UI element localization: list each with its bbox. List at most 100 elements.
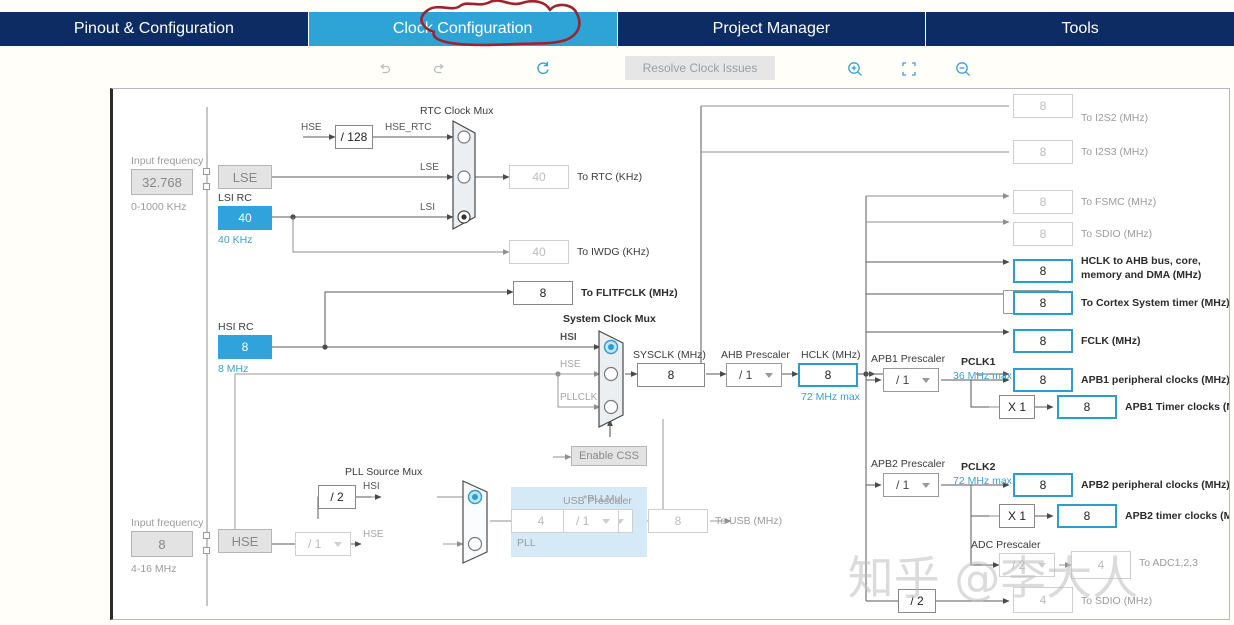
- adc-prescaler-value: / 2: [1012, 558, 1026, 572]
- lsi-value-field[interactable]: 40: [218, 206, 272, 230]
- pll-div-field[interactable]: 4: [511, 509, 571, 533]
- apb2-timer-label: APB2 timer clocks (MHz): [1125, 510, 1229, 522]
- chevron-down-icon: [334, 542, 342, 547]
- rtc-clock-mux[interactable]: [451, 119, 479, 231]
- hse-pin-bottom[interactable]: [203, 547, 210, 554]
- hse-input-frequency-field[interactable]: 8: [131, 531, 193, 557]
- apb1-timer-multiplier-box[interactable]: X 1: [999, 395, 1035, 419]
- apb2-prescaler-select[interactable]: / 1: [883, 473, 939, 497]
- enable-css-button[interactable]: Enable CSS: [571, 446, 647, 466]
- chevron-down-icon: [1038, 563, 1046, 568]
- lsi-title: LSI RC: [218, 192, 252, 204]
- resolve-clock-issues-button[interactable]: Resolve Clock Issues: [625, 56, 775, 80]
- lse-pin-bottom[interactable]: [203, 183, 210, 190]
- to-sdio-top-field[interactable]: 8: [1013, 222, 1073, 246]
- lse-pin-top[interactable]: [203, 168, 210, 175]
- rtc-clock-mux-title: RTC Clock Mux: [420, 105, 494, 117]
- to-iwdg-field[interactable]: 40: [509, 240, 569, 264]
- to-i2s3-field[interactable]: 8: [1013, 140, 1073, 164]
- to-i2s2-field[interactable]: 8: [1013, 94, 1073, 118]
- to-usb-field[interactable]: 8: [648, 509, 708, 533]
- to-flitfclk-field[interactable]: 8: [513, 281, 573, 305]
- apb2-peripheral-field[interactable]: 8: [1013, 473, 1073, 497]
- pclk1-label: PCLK1: [961, 356, 996, 368]
- cortex-systimer-field[interactable]: 8: [1013, 291, 1073, 315]
- lse-input-frequency-label: Input frequency: [131, 155, 204, 167]
- fit-to-screen-icon[interactable]: [894, 54, 924, 84]
- hse-div128-value: / 128: [340, 130, 368, 144]
- refresh-icon[interactable]: [528, 54, 558, 84]
- to-adc-field[interactable]: 4: [1071, 551, 1131, 579]
- ahb-prescaler-value: / 1: [739, 368, 753, 382]
- to-usb-label: To USB (MHz): [715, 515, 783, 527]
- to-fsmc-field[interactable]: 8: [1013, 190, 1073, 214]
- to-iwdg-value: 40: [532, 245, 546, 259]
- lse-oscillator-box[interactable]: LSE: [218, 165, 272, 189]
- cortex-systimer-label: To Cortex System timer (MHz): [1081, 297, 1230, 309]
- to-i2s3-label: To I2S3 (MHz): [1081, 146, 1149, 158]
- pll-hse-divider-select[interactable]: / 1: [295, 532, 351, 556]
- to-fsmc-value: 8: [1039, 195, 1047, 209]
- hclk-ahb-value: 8: [1039, 264, 1047, 278]
- pll-hsi-divider-box[interactable]: / 2: [318, 485, 356, 509]
- apb2-prescaler-label: APB2 Prescaler: [871, 458, 946, 470]
- hse-oscillator-box[interactable]: HSE: [218, 529, 272, 553]
- apb2-peripheral-value: 8: [1039, 478, 1047, 492]
- sdio-divider-box[interactable]: / 2: [898, 589, 936, 613]
- to-sdio-bottom-label: To SDIO (MHz): [1081, 595, 1153, 607]
- fclk-label: FCLK (MHz): [1081, 335, 1141, 347]
- to-adc-label: To ADC1,2,3: [1139, 557, 1198, 569]
- tab-tools[interactable]: Tools: [926, 12, 1234, 46]
- pll-source-mux[interactable]: [461, 479, 491, 565]
- clock-tree-diagram[interactable]: Input frequency 32.768 0-1000 KHz LSE LS…: [110, 88, 1230, 620]
- to-sdio-bottom-field[interactable]: 4: [1013, 587, 1073, 613]
- apb2-timer-field[interactable]: 8: [1057, 504, 1117, 528]
- tab-label: Pinout & Configuration: [73, 20, 234, 37]
- hse-input-frequency-value: 8: [158, 536, 166, 552]
- apb1-timer-label: APB1 Timer clocks (MHz): [1125, 401, 1229, 413]
- fclk-field[interactable]: 8: [1013, 329, 1073, 353]
- ahb-prescaler-label: AHB Prescaler: [721, 349, 790, 361]
- hclk-value: 8: [824, 368, 832, 382]
- tab-pinout-configuration[interactable]: Pinout & Configuration: [0, 12, 309, 46]
- rtc-mux-lse-input-label: LSE: [420, 162, 439, 173]
- hclk-ahb-field[interactable]: 8: [1013, 259, 1073, 283]
- redo-icon[interactable]: [424, 54, 454, 84]
- tab-label: Tools: [1061, 20, 1099, 37]
- main-tab-bar: Pinout & Configuration Clock Configurati…: [0, 12, 1234, 46]
- tab-bar-separator: [0, 46, 1234, 50]
- tab-clock-configuration[interactable]: Clock Configuration: [308, 12, 618, 46]
- lse-input-frequency-field[interactable]: 32.768: [131, 169, 193, 195]
- to-sdio-top-value: 8: [1039, 227, 1047, 241]
- tab-project-manager[interactable]: Project Manager: [617, 12, 927, 46]
- hclk-label: HCLK (MHz): [801, 349, 861, 361]
- hsi-value: 8: [241, 340, 249, 354]
- hse-div128-box[interactable]: / 128: [335, 125, 373, 149]
- apb1-timer-field[interactable]: 8: [1057, 395, 1117, 419]
- zoom-out-icon[interactable]: [948, 54, 978, 84]
- to-fsmc-label: To FSMC (MHz): [1081, 196, 1157, 208]
- cortex-systimer-value: 8: [1039, 296, 1047, 310]
- apb1-peripheral-field[interactable]: 8: [1013, 368, 1073, 392]
- hse-div128-in-label: HSE: [301, 122, 322, 133]
- hclk-field[interactable]: 8: [798, 363, 858, 387]
- apb1-prescaler-select[interactable]: / 1: [883, 368, 939, 392]
- adc-prescaler-select[interactable]: / 2: [999, 553, 1055, 577]
- apb2-timer-multiplier-value: X 1: [1007, 509, 1026, 523]
- apb1-peripheral-label: APB1 peripheral clocks (MHz): [1081, 374, 1230, 386]
- apb1-prescaler-value: / 1: [896, 373, 910, 387]
- undo-icon[interactable]: [370, 54, 400, 84]
- sysmux-hse-label: HSE: [560, 359, 581, 370]
- sysclk-field[interactable]: 8: [637, 363, 705, 387]
- apb2-timer-multiplier-box[interactable]: X 1: [999, 504, 1035, 528]
- to-rtc-field[interactable]: 40: [509, 165, 569, 189]
- hse-pin-top[interactable]: [203, 532, 210, 539]
- sysmux-pllclk-label: PLLCLK: [560, 392, 598, 403]
- system-clock-mux[interactable]: [597, 329, 627, 429]
- apb1-peripheral-value: 8: [1039, 373, 1047, 387]
- hsi-value-field[interactable]: 8: [218, 335, 272, 359]
- usb-prescaler-select[interactable]: / 1: [563, 509, 619, 533]
- zoom-in-icon[interactable]: [840, 54, 870, 84]
- ahb-prescaler-select[interactable]: / 1: [726, 363, 782, 387]
- pll-hse-input-label: HSE: [363, 529, 384, 540]
